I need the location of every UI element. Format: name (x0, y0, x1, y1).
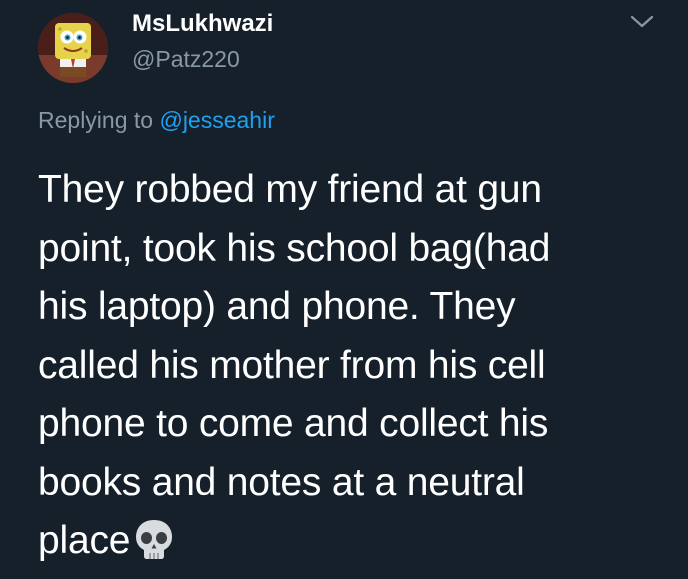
skull-emoji-icon (132, 517, 176, 579)
replying-to-line: Replying to @jesseahir (38, 107, 275, 134)
avatar[interactable] (38, 13, 108, 83)
tweet-body-line: place (38, 519, 131, 562)
tweet-body-line: called his mother from his cell (38, 343, 546, 387)
replying-prefix: Replying to (38, 107, 160, 133)
tweet-body-line: point, took his school bag(had (38, 226, 551, 270)
tweet-body-line: They robbed my friend at gun (38, 168, 542, 211)
chevron-down-icon[interactable] (628, 12, 656, 32)
spongebob-avatar-image (38, 13, 108, 83)
tweet-body: They robbed my friend at gun point, took… (38, 161, 678, 579)
tweet-body-line: phone to come and collect his (38, 402, 549, 445)
tweet-body-last-line: place (38, 512, 678, 579)
tweet-body-line: his laptop) and phone. They (38, 285, 516, 328)
user-handle[interactable]: @Patz220 (132, 46, 240, 73)
reply-mention-link[interactable]: @jesseahir (159, 107, 274, 133)
tweet-body-line: books and notes at a neutral (38, 460, 525, 504)
display-name[interactable]: MsLukhwazi (132, 10, 273, 38)
tweet: MsLukhwazi @Patz220 Replying to @jesseah… (0, 0, 688, 562)
